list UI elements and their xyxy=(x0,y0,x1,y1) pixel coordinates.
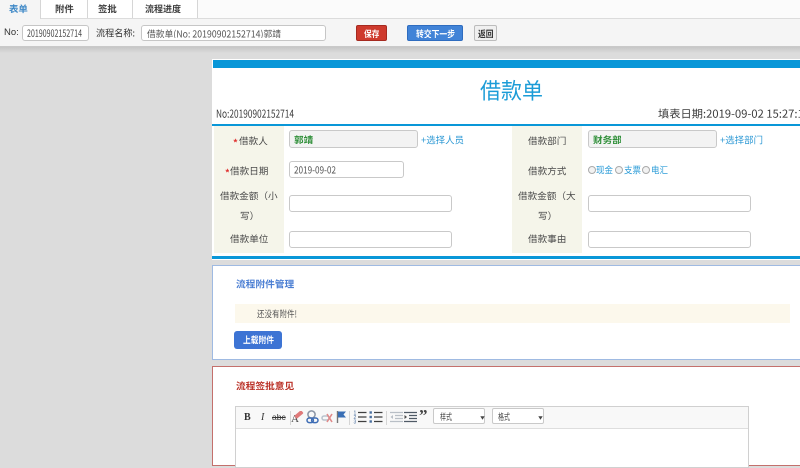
svg-text:3: 3 xyxy=(354,420,357,425)
